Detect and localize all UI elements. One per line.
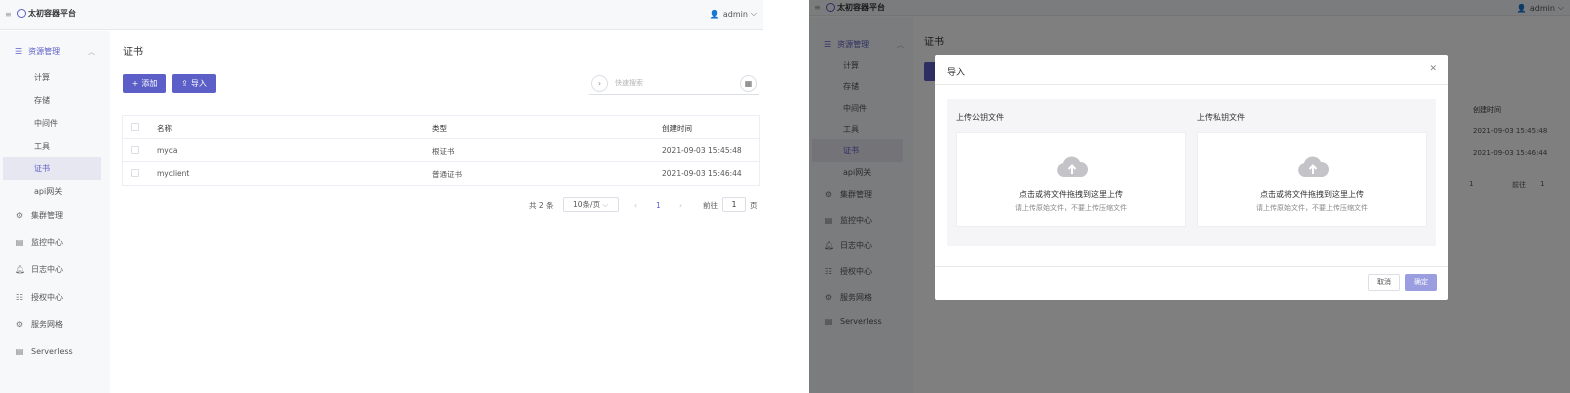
sidebar-item-serverless[interactable]: ▤ Serverless <box>15 347 73 356</box>
upload-text: 点击或将文件拖拽到这里上传 <box>1019 190 1123 199</box>
sidebar-item-cluster[interactable]: ⚙ 集群管理 <box>15 210 63 221</box>
nav-label: 监控中心 <box>31 238 63 247</box>
cluster-icon: ⚙ <box>15 211 24 220</box>
user-menu[interactable]: 👤admin⌵ <box>710 9 757 19</box>
header-type: 类型 <box>432 124 447 133</box>
sidebar-item-auth[interactable]: ☷ 授权中心 <box>15 292 63 303</box>
logo-icon <box>17 9 26 18</box>
table-row[interactable]: myclient 普通证书 2021-09-03 15:46:44 <box>123 162 759 185</box>
import-button[interactable]: ⇪ 导入 <box>172 74 216 93</box>
cell-created: 2021-09-03 15:45:48 <box>662 146 742 155</box>
sidebar-item-tools[interactable]: 工具 <box>3 135 101 158</box>
nav-label: 集群管理 <box>31 211 63 220</box>
sidebar-group-resource[interactable]: ☰ 资源管理 ︿ <box>15 46 95 57</box>
select-all-checkbox[interactable] <box>131 123 139 131</box>
chevron-down-icon: ⌵ <box>602 200 609 209</box>
sidebar-item-middleware[interactable]: 中间件 <box>3 112 101 135</box>
close-icon[interactable]: ✕ <box>1429 64 1437 74</box>
private-key-label: 上传私钥文件 <box>1197 113 1245 122</box>
row-checkbox[interactable] <box>131 146 139 154</box>
upload-icon: ⇪ <box>181 79 188 88</box>
page-size-select[interactable]: 10条/页 ⌵ <box>563 197 619 212</box>
bell-icon: 🔔︎ <box>15 265 26 274</box>
serverless-icon: ▤ <box>15 347 24 356</box>
chevron-up-icon: ︿ <box>88 47 95 56</box>
search-input[interactable]: 快速搜索 <box>615 78 643 88</box>
app-title: 太初容器平台 <box>28 9 76 18</box>
cancel-button[interactable]: 取消 <box>1368 274 1400 291</box>
nav-label: 日志中心 <box>31 265 63 274</box>
chevron-down-icon: ⌵ <box>750 9 757 18</box>
public-key-dropzone[interactable]: 点击或将文件拖拽到这里上传 请上传原始文件，不要上传压缩文件 <box>956 132 1186 227</box>
table-header: 名称 类型 创建时间 <box>123 116 759 139</box>
auth-icon: ☷ <box>15 293 24 302</box>
private-key-dropzone[interactable]: 点击或将文件拖拽到这里上传 请上传原始文件，不要上传压缩文件 <box>1197 132 1427 227</box>
screenshot-gap <box>763 0 809 393</box>
sidebar-item-api-gateway[interactable]: api网关 <box>3 180 101 203</box>
upload-text: 点击或将文件拖拽到这里上传 <box>1260 190 1364 199</box>
cell-name: myclient <box>157 169 190 178</box>
sidebar-item-monitor[interactable]: ▤ 监控中心 <box>15 237 63 248</box>
sliders-icon: ☰ <box>15 47 23 56</box>
plus-icon: + <box>131 79 139 88</box>
mesh-icon: ⚙ <box>15 320 24 329</box>
app-logo: 太初容器平台 <box>17 8 76 19</box>
header-created: 创建时间 <box>662 124 692 133</box>
header-name: 名称 <box>157 124 172 133</box>
nav-label: 授权中心 <box>31 293 63 302</box>
public-key-label: 上传公钥文件 <box>956 113 1004 122</box>
confirm-button[interactable]: 确定 <box>1405 274 1437 291</box>
search-bar: › 快速搜索 ▦ <box>589 73 759 95</box>
sidebar: ☰ 资源管理 ︿ 计算 存储 中间件 工具 证书 api网关 ⚙ 集群管理 ▤ 监控… <box>0 31 110 393</box>
sidebar-item-mesh[interactable]: ⚙ 服务网格 <box>15 319 63 330</box>
page-title: 证书 <box>123 47 143 58</box>
main-content: 证书 <box>123 43 143 58</box>
import-dialog-screen: ≡ 太初容器平台 👤admin⌵ ☰ 资源管理 ︿ 计算 存储 中间件 工具 证… <box>809 0 1570 393</box>
import-button-label: 导入 <box>190 79 207 88</box>
monitor-icon: ▤ <box>15 238 24 247</box>
cell-created: 2021-09-03 15:46:44 <box>662 169 742 178</box>
nav-label: Serverless <box>31 347 73 356</box>
upload-hint: 请上传原始文件，不要上传压缩文件 <box>1015 204 1127 212</box>
certificate-list-screen: ≡ 太初容器平台 👤 admin ⌵ ☰ 资源管理 ︿ 计算 存储 中间件 工具 证… <box>0 0 763 393</box>
row-checkbox[interactable] <box>131 169 139 177</box>
pagination-total: 共 2 条 <box>529 200 554 210</box>
certificate-table: 名称 类型 创建时间 myca 根证书 2021-09-03 15:45:48 … <box>122 115 760 186</box>
cell-type: 普通证书 <box>432 170 462 179</box>
dialog-header-divider <box>935 84 1448 85</box>
table-row[interactable]: myca 根证书 2021-09-03 15:45:48 <box>123 139 759 162</box>
sidebar-item-compute[interactable]: 计算 <box>3 66 101 89</box>
goto-page-input[interactable]: 1 <box>722 197 746 212</box>
sidebar-item-certificate[interactable]: 证书 <box>3 157 101 180</box>
add-button[interactable]: + 添加 <box>123 74 166 93</box>
dialog-footer-divider <box>935 266 1448 267</box>
sidebar-item-logs[interactable]: 🔔︎ 日志中心 <box>15 264 63 275</box>
cell-name: myca <box>157 146 178 155</box>
user-icon: 👤 <box>709 9 720 19</box>
import-dialog: 导入 ✕ 上传公钥文件 上传私钥文件 点击或将文件拖拽到这里上传 请上传原始文件… <box>935 55 1448 300</box>
chevron-right-icon[interactable]: › <box>591 75 608 92</box>
page-suffix: 页 <box>750 200 758 210</box>
top-bar: ≡ 太初容器平台 👤admin⌵ <box>0 0 763 30</box>
menu-toggle-icon[interactable]: ≡ <box>5 10 12 19</box>
next-page-icon[interactable]: › <box>679 197 682 213</box>
sidebar-group-label: 资源管理 <box>28 47 61 56</box>
sidebar-item-storage[interactable]: 存储 <box>3 89 101 112</box>
dialog-title: 导入 <box>947 68 966 78</box>
nav-label: 服务网格 <box>31 320 63 329</box>
add-button-label: 添加 <box>141 79 158 88</box>
upload-hint: 请上传原始文件，不要上传压缩文件 <box>1256 204 1368 212</box>
dialog-body: 上传公钥文件 上传私钥文件 点击或将文件拖拽到这里上传 请上传原始文件，不要上传… <box>947 99 1436 246</box>
cell-type: 根证书 <box>432 147 455 156</box>
grid-icon[interactable]: ▦ <box>740 75 757 92</box>
username: admin <box>722 9 748 19</box>
cloud-upload-icon <box>1298 156 1329 177</box>
cloud-upload-icon <box>1057 156 1088 177</box>
page-size-value: 10条/页 <box>573 200 601 209</box>
goto-label: 前往 <box>703 200 718 210</box>
current-page[interactable]: 1 <box>656 197 661 213</box>
prev-page-icon[interactable]: ‹ <box>634 197 637 213</box>
